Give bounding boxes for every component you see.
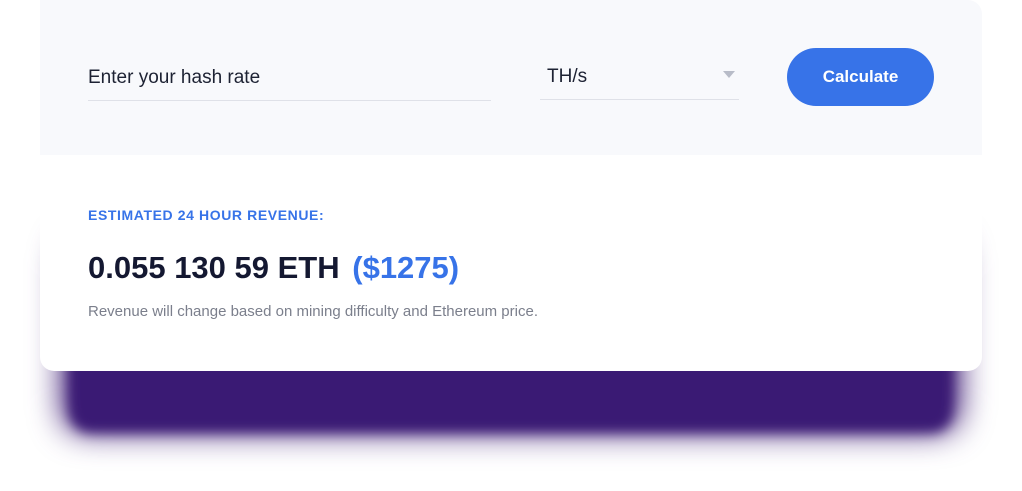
revenue-result-label: ESTIMATED 24 HOUR REVENUE:	[88, 207, 325, 223]
revenue-calculator-widget: TH/s Calculate ESTIMATED 24 HOUR REVENUE…	[0, 0, 1022, 491]
calculator-card: TH/s Calculate ESTIMATED 24 HOUR REVENUE…	[40, 0, 982, 371]
eth-amount: 0.055 130 59 ETH	[88, 250, 340, 285]
hash-unit-select[interactable]: TH/s	[540, 56, 739, 100]
usd-amount: ($1275)	[352, 250, 460, 285]
hash-rate-input[interactable]	[88, 56, 491, 101]
revenue-disclaimer: Revenue will change based on mining diff…	[88, 303, 538, 320]
calculate-button[interactable]: Calculate	[787, 48, 934, 106]
chevron-down-icon	[723, 71, 735, 78]
hash-unit-selected-value: TH/s	[547, 66, 588, 87]
revenue-amount: 0.055 130 59 ETH ($1275)	[88, 250, 948, 286]
revenue-result: ESTIMATED 24 HOUR REVENUE: 0.055 130 59 …	[88, 206, 948, 322]
calculator-input-bar: TH/s Calculate	[40, 0, 982, 155]
